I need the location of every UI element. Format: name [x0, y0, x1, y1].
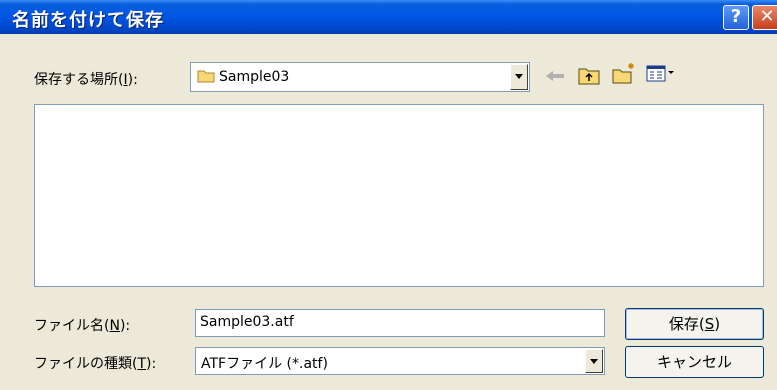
save-as-dialog: 名前を付けて保存 ? ✕ 保存する場所(I): Sample03 ファイル名(N… — [0, 0, 777, 390]
file-list-view[interactable] — [34, 104, 764, 287]
help-button[interactable]: ? — [723, 5, 749, 30]
save-in-folder-name: Sample03 — [219, 69, 290, 85]
file-type-value: ATFファイル (*.atf) — [201, 356, 328, 372]
folder-icon — [197, 70, 215, 83]
save-in-label: 保存する場所(I): — [34, 72, 138, 88]
save-in-combobox[interactable]: Sample03 — [190, 62, 530, 92]
file-name-input[interactable]: Sample03.atf — [195, 309, 605, 337]
new-folder-icon[interactable] — [612, 62, 636, 84]
view-menu-icon[interactable] — [646, 65, 676, 83]
file-type-dropdown-button[interactable] — [585, 349, 603, 373]
save-in-dropdown-button[interactable] — [510, 64, 528, 90]
close-button[interactable]: ✕ — [752, 5, 777, 30]
cancel-button[interactable]: キャンセル — [625, 346, 764, 378]
file-type-label: ファイルの種類(T): — [34, 356, 157, 372]
title-bar[interactable]: 名前を付けて保存 ? ✕ — [0, 0, 777, 34]
file-type-combobox[interactable]: ATFファイル (*.atf) — [195, 347, 605, 375]
save-button[interactable]: 保存(S) — [625, 308, 764, 340]
up-folder-icon[interactable] — [578, 65, 600, 85]
back-arrow-icon[interactable] — [544, 68, 566, 84]
file-name-label: ファイル名(N): — [34, 318, 131, 334]
dialog-title: 名前を付けて保存 — [12, 10, 164, 31]
